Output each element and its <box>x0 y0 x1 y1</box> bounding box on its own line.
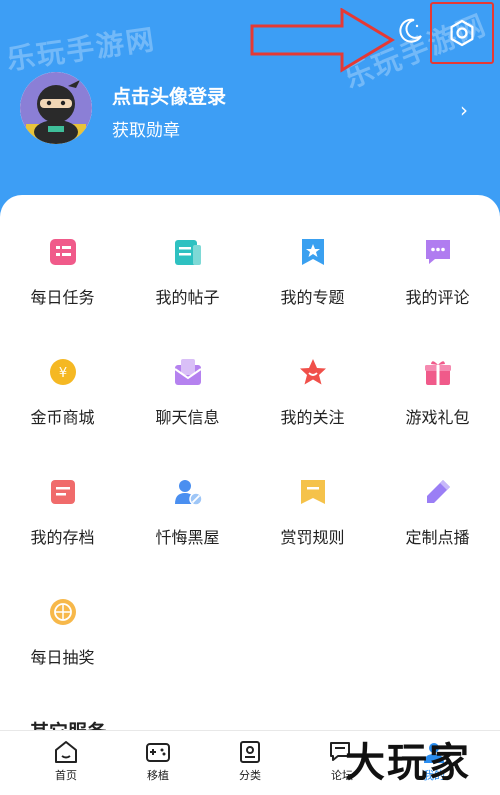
gamepad-icon <box>146 743 170 762</box>
comment-icon <box>425 240 450 264</box>
red-arrow-annotation <box>250 8 395 73</box>
grid-item-label: 每日抽奖 <box>30 648 95 667</box>
grid-item-my-archive[interactable]: 我的存档 <box>0 435 125 555</box>
grid-item-label: 赏罚规则 <box>280 528 345 547</box>
grid-item-label: 我的存档 <box>30 528 95 547</box>
star-icon <box>299 359 326 385</box>
lottery-wheel-icon <box>49 599 76 625</box>
chevron-right-icon[interactable]: › <box>460 98 468 122</box>
grid-item-my-topics[interactable]: 我的专题 <box>250 195 375 315</box>
grid-item-daily-task[interactable]: 每日任务 <box>0 195 125 315</box>
tab-label: 首页 <box>55 769 77 782</box>
grid-item-penance-room[interactable]: 忏悔黑屋 <box>125 435 250 555</box>
grid-item-label: 我的帖子 <box>155 288 220 307</box>
ninja-avatar-icon <box>20 72 92 144</box>
grid-item-label: 定制点播 <box>405 528 470 547</box>
grid-item-game-gift[interactable]: 游戏礼包 <box>375 315 500 435</box>
grid-item-chat-info[interactable]: 聊天信息 <box>125 315 250 435</box>
topic-bookmark-icon <box>301 239 324 265</box>
user-block-icon <box>174 480 203 506</box>
grid-item-my-follows[interactable]: 我的关注 <box>250 315 375 435</box>
grid-item-daily-lottery[interactable]: 每日抽奖 <box>0 555 125 675</box>
tab-port[interactable]: 移植 <box>108 731 208 795</box>
grid-item-label: 忏悔黑屋 <box>155 528 220 547</box>
feature-card: 每日任务 我的帖子 我的专题 我的评论 ¥ 金币商城 聊天信息 我的关注 游戏礼… <box>0 195 500 730</box>
grid-item-label: 游戏礼包 <box>405 408 470 427</box>
svg-text:¥: ¥ <box>58 366 66 381</box>
grid-item-reward-rules[interactable]: 赏罚规则 <box>250 435 375 555</box>
profile-header: 乐玩手游网 乐玩手游网 点击头像登录 获取勋章 › <box>0 0 500 215</box>
brand-watermark: 大玩家 <box>345 739 471 786</box>
badge-subtitle: 获取勋章 <box>112 121 180 141</box>
night-mode-icon[interactable] <box>395 16 425 46</box>
watermark-text: 乐玩手游网 <box>4 22 158 77</box>
gift-icon <box>424 361 451 385</box>
other-services-heading: 其它服务 <box>30 717 106 730</box>
grid-item-my-comments[interactable]: 我的评论 <box>375 195 500 315</box>
login-prompt[interactable]: 点击头像登录 <box>112 82 226 109</box>
grid-item-label: 我的评论 <box>405 288 470 307</box>
task-list-icon <box>49 239 76 265</box>
tab-label: 分类 <box>239 769 261 782</box>
grid-item-coin-mall[interactable]: ¥ 金币商城 <box>0 315 125 435</box>
grid-item-label: 金币商城 <box>30 408 95 427</box>
tab-category[interactable]: 分类 <box>200 731 300 795</box>
settings-button[interactable] <box>430 2 494 64</box>
gold-coin-icon: ¥ <box>49 359 76 385</box>
chat-envelope-icon <box>173 359 202 385</box>
tab-label: 移植 <box>147 769 169 782</box>
home-icon <box>55 741 77 763</box>
grid-item-label: 每日任务 <box>30 288 95 307</box>
grid-item-custom-request[interactable]: 定制点播 <box>375 435 500 555</box>
grid-item-label: 聊天信息 <box>155 408 220 427</box>
grid-item-label: 我的关注 <box>280 408 345 427</box>
settings-gear-icon <box>450 19 474 47</box>
posts-icon <box>174 240 201 265</box>
rules-flag-icon <box>300 480 325 504</box>
tab-home[interactable]: 首页 <box>16 731 116 795</box>
category-icon <box>240 741 260 763</box>
pencil-icon <box>426 480 450 503</box>
grid-item-my-posts[interactable]: 我的帖子 <box>125 195 250 315</box>
grid-item-label: 我的专题 <box>280 288 345 307</box>
archive-icon <box>50 480 75 504</box>
avatar[interactable] <box>20 72 92 144</box>
